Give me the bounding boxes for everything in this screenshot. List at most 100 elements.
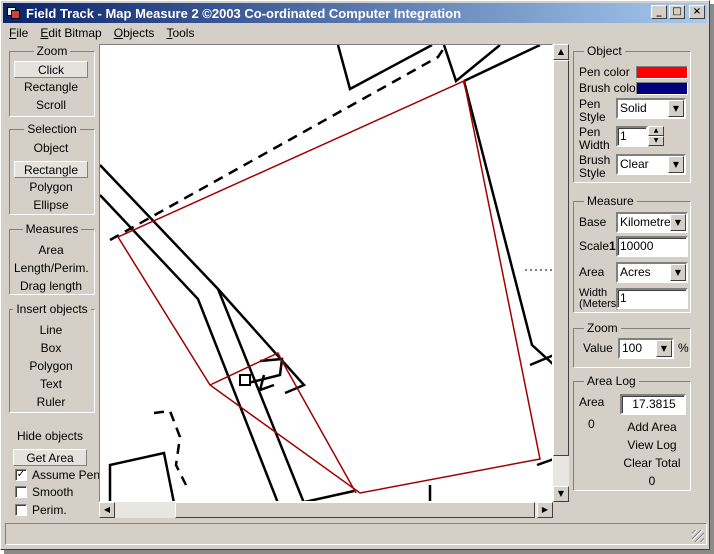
- horizontal-scroll-thumb[interactable]: [175, 502, 535, 518]
- spin-up-icon[interactable]: ▲: [648, 126, 664, 136]
- chevron-down-icon[interactable]: ▼: [670, 264, 686, 281]
- scale-label: Scale1:: [579, 239, 620, 253]
- insert-box-tool[interactable]: Box: [14, 340, 88, 357]
- area-log-area-label: Area: [579, 395, 605, 409]
- selection-group-title: Selection: [24, 122, 80, 136]
- smooth-checkbox[interactable]: Smooth: [15, 484, 73, 500]
- maximize-button[interactable]: □: [669, 5, 685, 19]
- field-boundary-right: [462, 80, 552, 365]
- map-horizontal-scrollbar[interactable]: ◀ ▶: [99, 502, 553, 518]
- perim-checkbox[interactable]: Perim.: [15, 502, 67, 518]
- measure-drag-length-tool[interactable]: Drag length: [14, 278, 88, 295]
- measure-inner: [209, 352, 357, 494]
- area-log-group: Area Log Area 17.3815 0 Add Area View Lo…: [573, 374, 691, 491]
- pen-width-input[interactable]: 1: [616, 126, 648, 147]
- area-total-value: 0: [648, 474, 656, 488]
- insert-objects-group: Insert objects Line Box Polygon Text Rul…: [9, 302, 95, 413]
- zoom-value-group: Zoom Value 100 ▼ %: [573, 321, 691, 368]
- zoom-value-label: Value: [583, 341, 613, 355]
- scroll-down-button[interactable]: ▼: [553, 486, 569, 502]
- area-unit-label: Area: [579, 265, 605, 279]
- pen-width-spinner[interactable]: ▲ ▼: [648, 126, 664, 147]
- width-input[interactable]: 1: [616, 288, 688, 309]
- zoom-rectangle-tool[interactable]: Rectangle: [14, 79, 88, 96]
- area-unit-select[interactable]: Acres ▼: [616, 262, 688, 283]
- map-canvas[interactable]: [99, 44, 553, 502]
- dashed-path-top: [109, 45, 448, 242]
- map-vertical-scrollbar[interactable]: ▲ ▼: [553, 44, 569, 502]
- add-area-button[interactable]: Add Area: [614, 420, 690, 434]
- insert-line-tool[interactable]: Line: [14, 322, 88, 339]
- measure-group: Measure Base Kilometres ▼ Scale1: 10000 …: [573, 194, 691, 313]
- scroll-up-button[interactable]: ▲: [553, 44, 569, 60]
- brush-style-label: Brush Style: [579, 153, 611, 180]
- title-bar[interactable]: Field Track - Map Measure 2 ©2003 Co-ord…: [3, 3, 707, 23]
- object-group-title: Object: [584, 44, 625, 58]
- select-ellipse-tool[interactable]: Ellipse: [14, 197, 88, 214]
- assume-pen-checkbox[interactable]: ✓ Assume Pen: [15, 467, 100, 483]
- insert-polygon-tool[interactable]: Polygon: [14, 358, 88, 375]
- zoom-value-group-title: Zoom: [584, 321, 621, 335]
- resize-grip-icon[interactable]: [692, 530, 704, 542]
- boundary-corner: [536, 458, 552, 467]
- object-group: Object Pen color Brush color Pen Style S…: [573, 44, 691, 183]
- insert-ruler-tool[interactable]: Ruler: [14, 394, 88, 411]
- assume-pen-label: Assume Pen: [32, 468, 101, 482]
- chevron-down-icon[interactable]: ▼: [668, 156, 684, 173]
- pen-color-swatch[interactable]: [636, 66, 688, 79]
- vertical-scroll-thumb[interactable]: [553, 60, 569, 456]
- brush-color-swatch[interactable]: [636, 82, 688, 95]
- app-icon: [6, 6, 22, 20]
- scroll-right-button[interactable]: ▶: [537, 502, 553, 518]
- smooth-label: Smooth: [32, 485, 74, 499]
- area-log-count: 0: [588, 417, 595, 431]
- base-unit-select[interactable]: Kilometres ▼: [616, 212, 688, 233]
- clear-total-button[interactable]: Clear Total: [614, 456, 690, 470]
- minimize-button[interactable]: _: [651, 5, 667, 19]
- hide-objects-button[interactable]: Hide objects: [13, 428, 87, 445]
- hedge-top: [463, 45, 541, 83]
- zoom-click-tool[interactable]: Click: [14, 61, 88, 78]
- select-rectangle-tool[interactable]: Rectangle: [14, 161, 88, 178]
- road-left-inner: [100, 194, 279, 501]
- menu-file[interactable]: File: [3, 26, 34, 40]
- view-log-button[interactable]: View Log: [614, 438, 690, 452]
- boundary-bottom-left: [303, 489, 355, 501]
- menu-tools[interactable]: Tools: [160, 26, 200, 40]
- chevron-down-icon[interactable]: ▼: [656, 340, 672, 357]
- pen-style-select[interactable]: Solid ▼: [616, 98, 686, 119]
- pen-color-label: Pen color: [579, 65, 630, 79]
- area-value-field[interactable]: 17.3815: [620, 394, 686, 415]
- select-polygon-tool[interactable]: Polygon: [14, 179, 88, 196]
- chevron-down-icon[interactable]: ▼: [668, 100, 684, 117]
- measure-outline: [117, 79, 541, 494]
- measure-length-tool[interactable]: Length/Perim.: [14, 260, 89, 277]
- status-bar: [5, 523, 707, 545]
- map-feature-box: [239, 374, 251, 386]
- selection-group: Selection Object Rectangle Polygon Ellip…: [9, 122, 95, 215]
- scale-input[interactable]: 10000: [616, 236, 688, 257]
- brush-style-select[interactable]: Clear ▼: [616, 154, 686, 175]
- spin-down-icon[interactable]: ▼: [648, 136, 664, 146]
- pen-style-label: Pen Style: [579, 97, 606, 124]
- zoom-group: Zoom Click Rectangle Scroll: [9, 44, 95, 117]
- base-label: Base: [579, 215, 607, 229]
- menu-objects[interactable]: Objects: [108, 26, 161, 40]
- assume-pen-checkmark: ✓: [15, 469, 27, 481]
- dashed-path-bottom: [153, 409, 188, 486]
- scroll-left-button[interactable]: ◀: [99, 502, 115, 518]
- get-area-button[interactable]: Get Area: [13, 449, 87, 466]
- zoom-value-select[interactable]: 100 ▼: [618, 338, 674, 359]
- close-button[interactable]: ×: [689, 5, 705, 19]
- area-log-title: Area Log: [584, 374, 639, 388]
- insert-text-tool[interactable]: Text: [14, 376, 88, 393]
- zoom-scroll-tool[interactable]: Scroll: [14, 97, 88, 114]
- measure-group-title: Measure: [584, 194, 637, 208]
- perim-label: Perim.: [32, 503, 67, 517]
- measure-area-tool[interactable]: Area: [14, 242, 88, 259]
- select-object-tool[interactable]: Object: [14, 140, 88, 157]
- insert-objects-group-title: Insert objects: [13, 302, 91, 316]
- pen-width-label: Pen Width: [579, 125, 610, 152]
- chevron-down-icon[interactable]: ▼: [670, 214, 686, 231]
- menu-edit-bitmap[interactable]: Edit Bitmap: [34, 26, 107, 40]
